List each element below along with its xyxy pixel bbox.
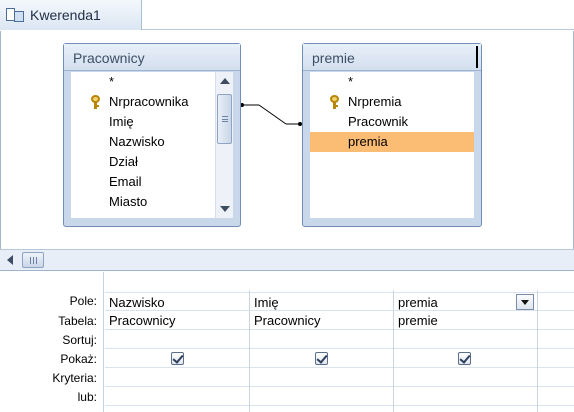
field-dzial[interactable]: Dział (71, 152, 233, 172)
grid-column-4[interactable] (538, 290, 574, 412)
cell-table[interactable]: Pracownicy (105, 311, 249, 330)
table-pracownicy-fields[interactable]: * Nrpracownika Imię Nazwisko Dział Email… (71, 72, 233, 218)
scroll-left-icon[interactable] (7, 255, 13, 265)
field-imie[interactable]: Imię (71, 112, 233, 132)
grid-column-3[interactable]: premia premie (394, 290, 538, 412)
query-tab-title: Kwerenda1 (30, 7, 101, 23)
cell-sort[interactable] (394, 330, 537, 349)
primary-key-icon (330, 95, 340, 109)
cell-table[interactable] (538, 311, 574, 330)
cell-or[interactable] (105, 387, 249, 406)
field-miasto[interactable]: Miasto (71, 192, 233, 212)
cell-show[interactable] (394, 349, 537, 368)
grid-column-1[interactable]: Nazwisko Pracownicy (105, 290, 250, 412)
field-all[interactable]: * (71, 72, 233, 92)
table-diagram-pane[interactable]: Pracownicy * Nrpracownika Imię Nazwisko … (0, 31, 574, 249)
cell-field[interactable]: Nazwisko (105, 292, 249, 311)
scroll-thumb[interactable] (217, 94, 232, 144)
cell-criteria[interactable] (538, 368, 574, 387)
cell-show[interactable] (250, 349, 393, 368)
cell-sort[interactable] (538, 330, 574, 349)
table-pracownicy[interactable]: Pracownicy * Nrpracownika Imię Nazwisko … (63, 43, 241, 227)
cell-criteria[interactable] (394, 368, 537, 387)
document-tab-bar: Kwerenda1 (0, 0, 574, 30)
cell-show[interactable] (105, 349, 249, 368)
scroll-up-icon[interactable] (220, 78, 230, 84)
table-pracownicy-scrollbar[interactable] (215, 72, 233, 218)
grid-row-labels: Pole: Tabela: Sortuj: Pokaż: Kryteria: l… (0, 272, 104, 412)
cell-table[interactable]: premie (394, 311, 537, 330)
query-icon (6, 7, 24, 23)
table-premie-title: premie (312, 50, 355, 66)
show-checkbox[interactable] (315, 352, 328, 365)
cell-table[interactable]: Pracownicy (250, 311, 393, 330)
table-pracownicy-title: Pracownicy (73, 50, 145, 66)
row-label-table: Tabela: (58, 314, 97, 328)
table-premie[interactable]: premie * Nrpremia Pracownik premia (302, 43, 482, 227)
query-tab[interactable]: Kwerenda1 (0, 0, 142, 30)
row-label-sort: Sortuj: (62, 333, 97, 347)
table-premie-fields[interactable]: * Nrpremia Pracownik premia (310, 72, 474, 218)
resize-grip[interactable] (476, 46, 478, 68)
cell-criteria[interactable] (105, 368, 249, 387)
field-nazwisko[interactable]: Nazwisko (71, 132, 233, 152)
field-nrpracownika[interactable]: Nrpracownika (71, 92, 233, 112)
cell-field[interactable]: Imię (250, 292, 393, 311)
cell-field[interactable]: premia (394, 292, 537, 311)
field-dropdown-icon[interactable] (516, 294, 534, 310)
primary-key-icon (91, 95, 101, 109)
field-email[interactable]: Email (71, 172, 233, 192)
field-premia-selected[interactable]: premia (310, 132, 474, 152)
row-label-show: Pokaż: (60, 352, 97, 366)
show-checkbox[interactable] (458, 352, 471, 365)
field-all[interactable]: * (310, 72, 474, 92)
row-label-or: lub: (77, 390, 97, 404)
cell-sort[interactable] (105, 330, 249, 349)
show-checkbox[interactable] (171, 352, 184, 365)
cell-criteria[interactable] (250, 368, 393, 387)
row-label-criteria: Kryteria: (52, 371, 97, 385)
diagram-horizontal-scrollbar[interactable] (0, 249, 574, 271)
cell-sort[interactable] (250, 330, 393, 349)
field-pracownik[interactable]: Pracownik (310, 112, 474, 132)
cell-or[interactable] (538, 387, 574, 406)
cell-field[interactable] (538, 292, 574, 311)
table-pracownicy-header[interactable]: Pracownicy (64, 44, 240, 71)
field-nrpremia[interactable]: Nrpremia (310, 92, 474, 112)
query-design-grid: Pole: Tabela: Sortuj: Pokaż: Kryteria: l… (0, 272, 574, 412)
scroll-down-icon[interactable] (220, 206, 230, 212)
cell-or[interactable] (394, 387, 537, 406)
cell-or[interactable] (250, 387, 393, 406)
row-label-field: Pole: (69, 294, 97, 308)
grid-column-2[interactable]: Imię Pracownicy (250, 290, 394, 412)
table-premie-header[interactable]: premie (303, 44, 481, 71)
scroll-thumb[interactable] (22, 252, 44, 268)
cell-show[interactable] (538, 349, 574, 368)
